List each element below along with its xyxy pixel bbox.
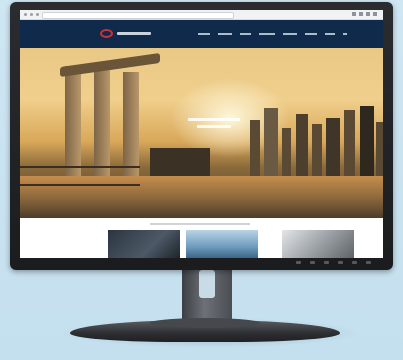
skyscraper [123, 72, 139, 176]
website-logo [100, 29, 151, 38]
skyscraper [94, 68, 110, 176]
hero-headline [188, 118, 240, 128]
skyscraper [360, 106, 374, 176]
skyscraper [296, 114, 308, 176]
browser-address-bar [42, 12, 234, 19]
website-hero-image [20, 48, 383, 218]
monitor-button [324, 261, 329, 264]
monitor-button [338, 261, 343, 264]
photo-scene [0, 0, 403, 360]
helix-bridge [20, 166, 140, 186]
monitor-stand-base-top [150, 318, 260, 328]
browser-nav-icons [24, 13, 39, 16]
skyscraper [312, 124, 322, 176]
skyscraper [65, 66, 81, 176]
website-content-section [20, 218, 383, 258]
tower-photo-thumbnail [282, 230, 354, 258]
monitor-power-button [366, 261, 371, 264]
monitor-buttons [296, 261, 371, 264]
skyscraper [264, 108, 278, 176]
skyscraper [250, 120, 260, 176]
monitor-button [352, 261, 357, 264]
skyscraper [326, 118, 340, 176]
logo-wordmark [117, 32, 151, 35]
website-nav [198, 33, 347, 35]
monitor-screen [20, 10, 383, 258]
section-heading [150, 223, 250, 225]
skyscraper [376, 122, 383, 176]
browser-toolbar [20, 10, 383, 20]
monitor-button [310, 261, 315, 264]
monitor-stand-cable-slot [199, 270, 215, 298]
skyscraper [282, 128, 291, 176]
skyscraper [344, 110, 355, 176]
logo-mark-icon [100, 29, 113, 38]
browser-toolbar-icons [352, 12, 377, 16]
website-header [20, 20, 383, 48]
skypark-roof [60, 52, 160, 78]
monitor-button [296, 261, 301, 264]
waterfront-building [150, 148, 210, 176]
building-photo-thumbnail [186, 230, 258, 258]
business-photo-thumbnail [108, 230, 180, 258]
monitor [10, 2, 393, 270]
